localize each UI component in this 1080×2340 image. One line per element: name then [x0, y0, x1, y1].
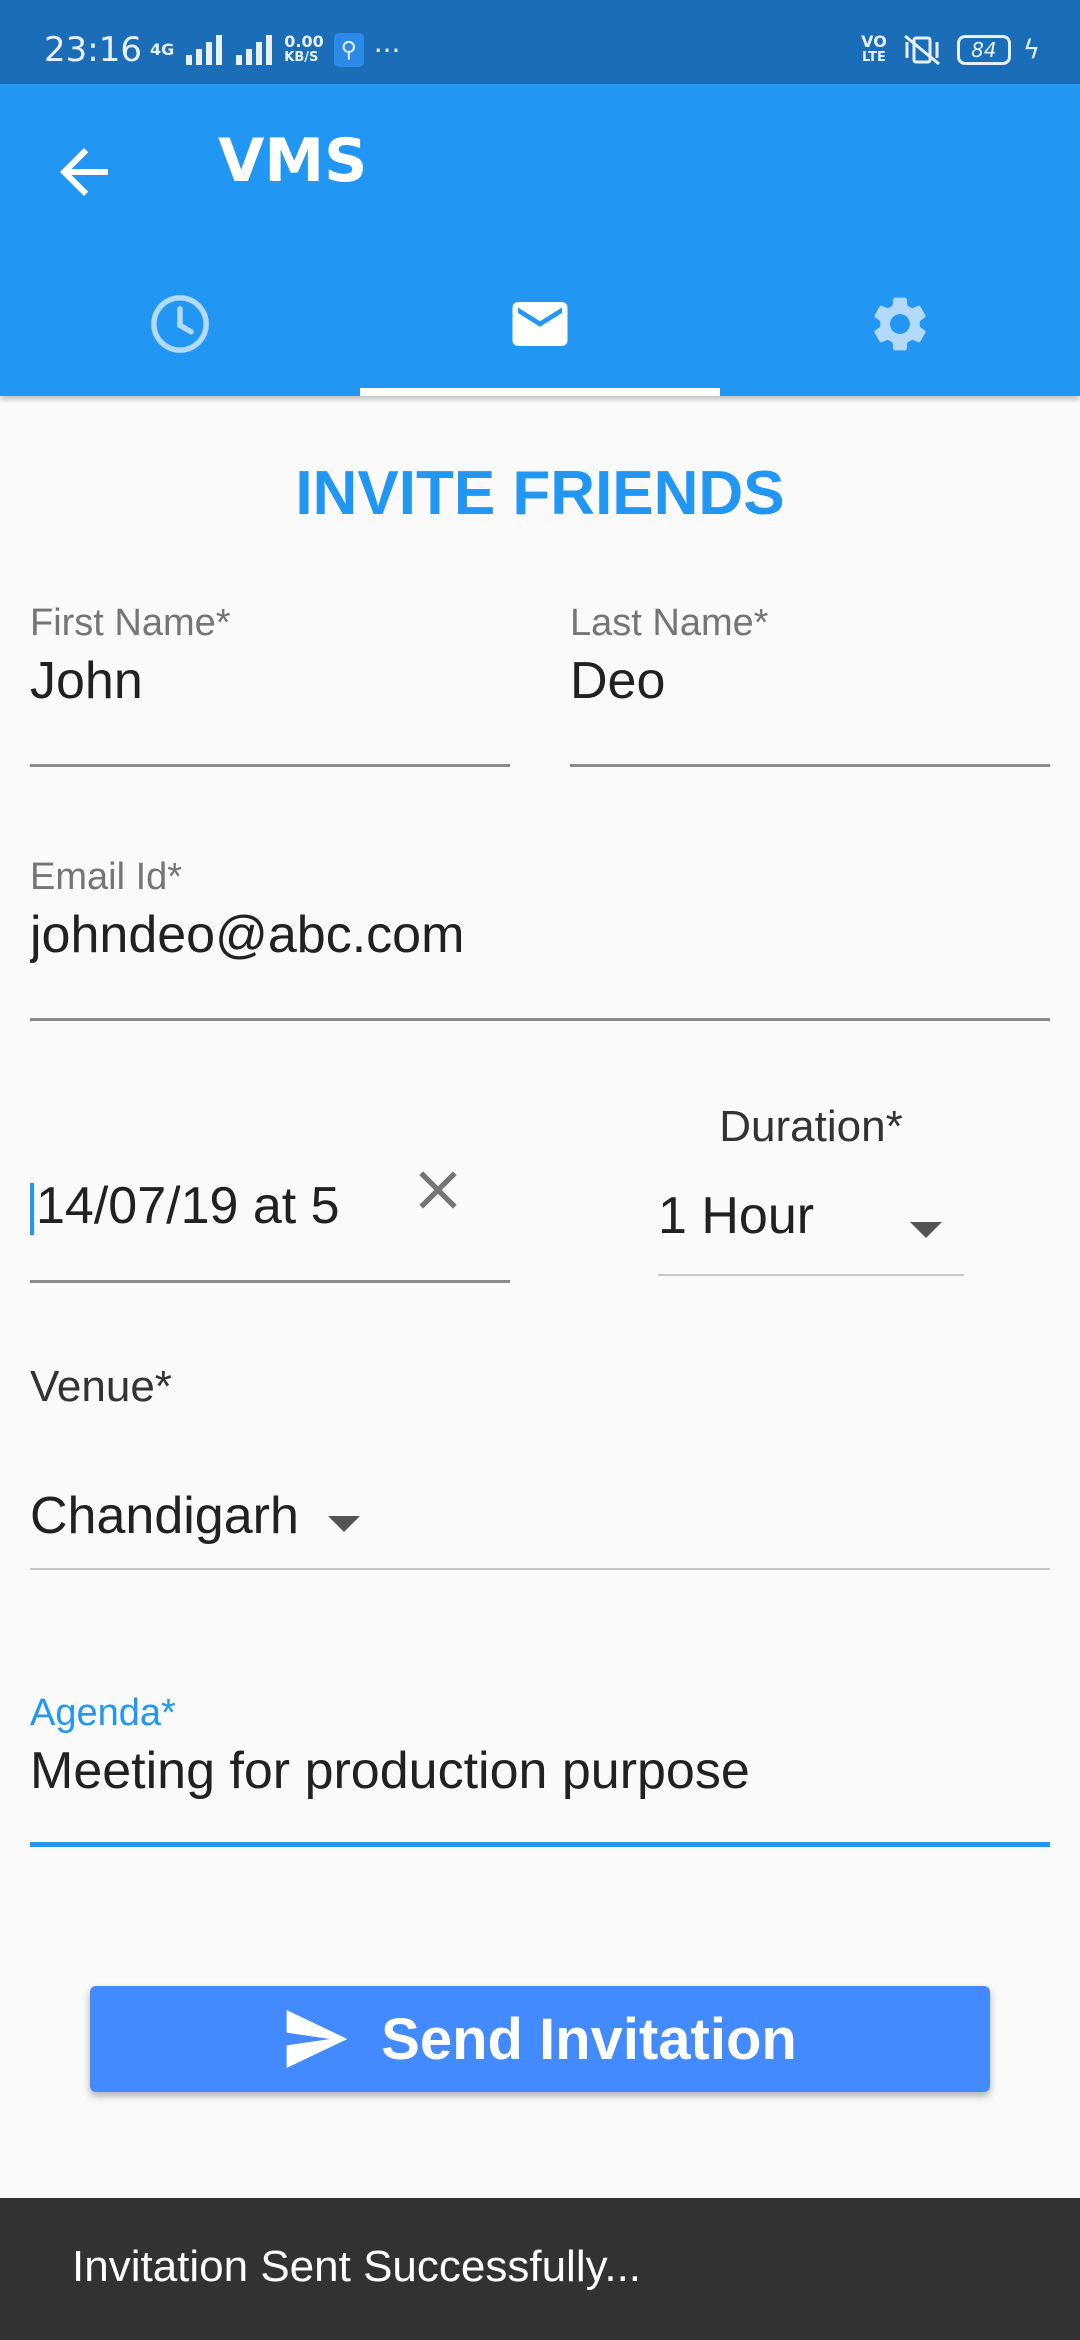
app-bar: VMS [0, 84, 1080, 396]
gear-icon [874, 297, 926, 351]
datetime-underline [30, 1280, 510, 1283]
venue-underline [30, 1568, 1050, 1570]
tab-bar [0, 252, 1080, 396]
arrow-back-icon [60, 148, 108, 196]
status-time: 23:16 [44, 30, 142, 70]
battery-indicator: 84 [956, 35, 1011, 65]
mail-icon [512, 302, 568, 346]
send-invitation-button[interactable]: Send Invitation [90, 1986, 990, 2092]
email-field[interactable]: Email Id* johndeo@abc.com [30, 856, 1050, 1024]
usb-icon: ⚲ [333, 33, 364, 67]
clock-icon [151, 295, 209, 353]
status-right-icons: VO LTE 84 ϟ [861, 30, 1040, 70]
duration-dropdown[interactable]: 1 Hour [658, 1186, 964, 1278]
duration-label: Duration* [719, 1102, 903, 1151]
vibrate-mute-icon [903, 34, 940, 66]
email-value: johndeo@abc.com [30, 906, 465, 964]
snackbar-message: Invitation Sent Successfully... [72, 2242, 642, 2291]
email-underline [30, 1018, 1050, 1021]
text-cursor [30, 1183, 34, 1236]
tab-indicator [360, 388, 720, 396]
venue-dropdown-arrow-icon [328, 1516, 360, 1532]
last-name-label: Last Name* [570, 602, 769, 644]
first-name-value: John [30, 652, 143, 710]
agenda-value: Meeting for production purpose [30, 1742, 750, 1800]
back-button[interactable] [48, 136, 120, 208]
agenda-label: Agenda* [30, 1692, 176, 1734]
last-name-value: Deo [570, 652, 666, 710]
page-title: INVITE FRIENDS [295, 459, 785, 528]
first-name-field[interactable]: First Name* John [30, 602, 510, 770]
signal-2-icon [236, 35, 273, 65]
charging-icon: ϟ [1022, 35, 1040, 65]
tab-settings[interactable] [720, 252, 1080, 396]
datetime-input[interactable]: 14/07/19 at 5 [30, 1176, 370, 1236]
clear-datetime-button[interactable] [406, 1158, 470, 1222]
status-left-icons: 4G 0.00 KB/S ⚲ ··· [150, 30, 400, 70]
more-notifications: ··· [373, 33, 401, 67]
tab-history[interactable] [0, 252, 360, 396]
snackbar: Invitation Sent Successfully... [0, 2198, 1080, 2340]
email-label: Email Id* [30, 856, 183, 898]
venue-label: Venue* [30, 1362, 172, 1411]
datetime-value: 14/07/19 at 5 [36, 1177, 340, 1235]
send-invitation-label: Send Invitation [381, 2006, 797, 2072]
first-name-label: First Name* [30, 602, 231, 644]
status-bar: 23:16 4G 0.00 KB/S ⚲ ··· VO LTE 84 ϟ [0, 0, 1080, 84]
agenda-field[interactable]: Agenda* Meeting for production purpose [30, 1692, 1050, 1848]
last-name-underline [570, 764, 1050, 767]
data-speed: 0.00 KB/S [284, 32, 324, 66]
agenda-underline [30, 1842, 1050, 1847]
duration-underline [658, 1274, 964, 1276]
duration-dropdown-arrow-icon [910, 1222, 942, 1238]
signal-icon [186, 35, 223, 65]
venue-value: Chandigarh [30, 1487, 299, 1545]
tab-invite[interactable] [360, 252, 720, 396]
network-type: 4G [150, 40, 175, 59]
close-icon [419, 1171, 457, 1209]
first-name-underline [30, 764, 510, 767]
last-name-field[interactable]: Last Name* Deo [570, 602, 1050, 770]
send-icon [286, 2010, 348, 2068]
volte-icon: VO LTE [861, 32, 887, 66]
venue-dropdown[interactable]: Chandigarh [30, 1486, 1050, 1572]
app-title: VMS [218, 126, 368, 196]
venue-label-wrap: Venue* [30, 1362, 630, 1422]
